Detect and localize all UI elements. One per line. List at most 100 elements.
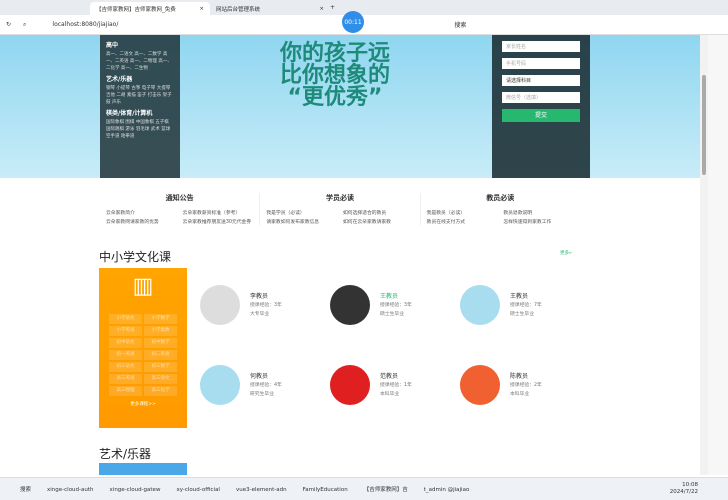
taskbar-app[interactable]: xy-cloud-official — [176, 487, 220, 493]
menu-items[interactable]: 高一、二语文 高一、二数学 高一、二英语 高一、二物理 高一、二化学 高一、二生… — [106, 51, 174, 72]
wechat-input[interactable]: 微信号（选填） — [502, 92, 580, 103]
tab-jiajiao[interactable]: 【吉师家教网】吉师家教网_免费 × — [90, 2, 210, 15]
category-card — [99, 463, 187, 475]
course-item[interactable]: 初三数学 — [144, 362, 177, 372]
teacher-card[interactable]: 王教员 授课经验：3年 硕士生毕业 — [330, 285, 412, 325]
teacher-experience: 授课经验：4年 — [250, 382, 282, 388]
timer-badge: 00:11 — [342, 11, 364, 33]
teacher-experience: 授课经验：3年 — [250, 302, 282, 308]
more-link[interactable]: 更多» — [560, 250, 572, 256]
notice-link[interactable]: 我是学员（必读） — [266, 209, 337, 216]
notice-link[interactable]: 云朵家教薪资标准（参考） — [183, 209, 254, 216]
taskbar-app[interactable]: t_admin @jiajiao — [424, 487, 470, 493]
notice-link[interactable]: 云朵家教网请家教的优势 — [106, 218, 177, 225]
teacher-card[interactable]: 范教员 授课经验：1年 本科毕业 — [330, 365, 412, 405]
avatar[interactable] — [200, 365, 240, 405]
menu-items[interactable]: 国际象棋 围棋 中国象棋 五子棋 国际跳棋 游泳 羽毛球 武术 篮球 空手道 跆… — [106, 119, 174, 140]
avatar[interactable] — [460, 365, 500, 405]
notices: 通知公告 云朵家教简介 云朵家教薪资标准（参考） 云朵家教网请家教的优势 云朵家教推荐… — [100, 193, 580, 225]
column-title: 学员必读 — [325, 194, 354, 202]
slogan: 你的孩子远 比你想象的 “更优秀” — [255, 43, 415, 109]
teacher-experience: 授课经验：2年 — [510, 382, 542, 388]
teacher-name[interactable]: 李教员 — [250, 292, 282, 301]
slogan-line: 你的孩子远 — [279, 41, 390, 66]
scrollbar[interactable] — [700, 35, 708, 475]
taskbar-app[interactable]: 【吉师家教网】吉 — [364, 487, 408, 493]
close-icon[interactable]: × — [199, 6, 204, 12]
course-item[interactable]: 初三语文 — [109, 362, 142, 372]
menu-items[interactable]: 钢琴 小提琴 古筝 电子琴 大提琴 吉他 二胡 素描 笛子 打击乐 架子鼓 声乐 — [106, 85, 174, 106]
notice-link[interactable]: 我是教员（必读） — [427, 209, 498, 216]
slogan-line: 比你想象的 — [279, 63, 390, 88]
teacher-name[interactable]: 陈教员 — [510, 372, 542, 381]
teacher-name[interactable]: 王教员 — [510, 292, 542, 301]
signup-form: 家长姓名 手机号码 请选择科目 微信号（选填） 提交 — [492, 35, 590, 178]
taskbar-search[interactable]: 搜索 — [20, 485, 31, 493]
avatar[interactable] — [330, 285, 370, 325]
notice-link[interactable]: 怎样快速得到家教工作 — [503, 218, 574, 225]
teacher-card[interactable]: 李教员 授课经验：3年 大专毕业 — [200, 285, 282, 325]
teacher-name[interactable]: 范教员 — [380, 372, 412, 381]
books-icon: ▥ — [132, 274, 154, 299]
search-icon[interactable]: ⌕ — [23, 21, 26, 29]
url-input[interactable]: localhost:8080/jiajiao/ — [52, 21, 118, 28]
notice-link[interactable]: 如何选择适合的教员 — [343, 209, 414, 216]
taskbar-app[interactable]: xinge-cloud-gatew — [110, 487, 161, 493]
teacher-name[interactable]: 何教员 — [250, 372, 282, 381]
notice-link[interactable]: 如何在云朵家教请家教 — [343, 218, 414, 225]
tab-label: 【吉师家教网】吉师家教网_免费 — [96, 6, 176, 13]
notice-link[interactable]: 云朵家教推荐朋友送30元代金券 — [183, 218, 254, 225]
course-item[interactable]: 小学英语 — [109, 326, 142, 336]
teacher-education: 研究生毕业 — [250, 391, 274, 397]
page: 高中高一、二语文 高一、二数学 高一、二英语 高一、二物理 高一、二化学 高一、… — [0, 35, 700, 475]
subject-select[interactable]: 请选择科目 — [502, 75, 580, 86]
course-item[interactable]: 初中语文 — [109, 338, 142, 348]
teacher-card[interactable]: 陈教员 授课经验：2年 本科毕业 — [460, 365, 542, 405]
course-item[interactable]: 高三语文 — [144, 374, 177, 384]
course-item[interactable]: 小学奥数 — [144, 326, 177, 336]
teacher-education: 本科毕业 — [510, 391, 530, 397]
teacher-education: 大专毕业 — [250, 311, 270, 317]
avatar[interactable] — [330, 365, 370, 405]
new-tab-button[interactable]: + — [330, 4, 335, 11]
taskbar-app[interactable]: FamilyEducation — [303, 487, 348, 493]
notice-link[interactable]: 教员退款说明 — [503, 209, 574, 216]
notice-link[interactable]: 请家教如何发布家教信息 — [266, 218, 337, 225]
notice-link[interactable]: 教员在线支付方式 — [427, 218, 498, 225]
taskbar-app[interactable]: vue3-element-adn — [236, 487, 287, 493]
course-item[interactable]: 高三物理 — [109, 386, 142, 396]
course-item[interactable]: 初二英语 — [144, 350, 177, 360]
teacher-education: 硕士生毕业 — [510, 311, 534, 317]
avatar[interactable] — [200, 285, 240, 325]
name-input[interactable]: 家长姓名 — [502, 41, 580, 52]
course-grid: 小学语文 小学数学 小学英语 小学奥数 初中语文 初中数学 初一英语 初二英语 初三语文 初三数学… — [105, 314, 181, 396]
course-item[interactable]: 小学数学 — [144, 314, 177, 324]
search-box[interactable]: 搜索 — [454, 20, 466, 29]
avatar[interactable] — [460, 285, 500, 325]
column-title: 教员必读 — [486, 194, 515, 202]
clock-date: 2024/7/22 — [669, 489, 698, 495]
course-item[interactable]: 初一英语 — [109, 350, 142, 360]
more-courses-link[interactable]: 更多课程>> — [105, 401, 181, 407]
course-item[interactable]: 小学语文 — [109, 314, 142, 324]
menu-title[interactable]: 艺术/乐器 — [106, 76, 174, 83]
teacher-education: 硕士生毕业 — [380, 311, 404, 317]
phone-input[interactable]: 手机号码 — [502, 58, 580, 69]
teacher-card[interactable]: 王教员 授课经验：7年 硕士生毕业 — [460, 285, 542, 325]
teacher-card[interactable]: 何教员 授课经验：4年 研究生毕业 — [200, 365, 282, 405]
menu-title[interactable]: 棋类/体育/计算机 — [106, 110, 174, 117]
teacher-name[interactable]: 王教员 — [380, 292, 412, 301]
taskbar-app[interactable]: xinge-cloud-auth — [47, 487, 94, 493]
notice-column: 教员必读 我是教员（必读） 教员退款说明 教员在线支付方式 怎样快速得到家教工作 — [421, 193, 580, 225]
submit-button[interactable]: 提交 — [502, 109, 580, 122]
teacher-experience: 授课经验：1年 — [380, 382, 412, 388]
course-item[interactable]: 初中数学 — [144, 338, 177, 348]
close-icon[interactable]: × — [319, 6, 324, 12]
menu-title[interactable]: 高中 — [106, 42, 174, 49]
refresh-icon[interactable]: ↻ — [6, 21, 11, 28]
notice-link[interactable]: 云朵家教简介 — [106, 209, 177, 216]
tab-admin[interactable]: 网站后台管理系统 × — [210, 2, 330, 15]
edge-sidebar — [708, 35, 728, 475]
course-item[interactable]: 高三英语 — [109, 374, 142, 384]
course-item[interactable]: 高三化学 — [144, 386, 177, 396]
